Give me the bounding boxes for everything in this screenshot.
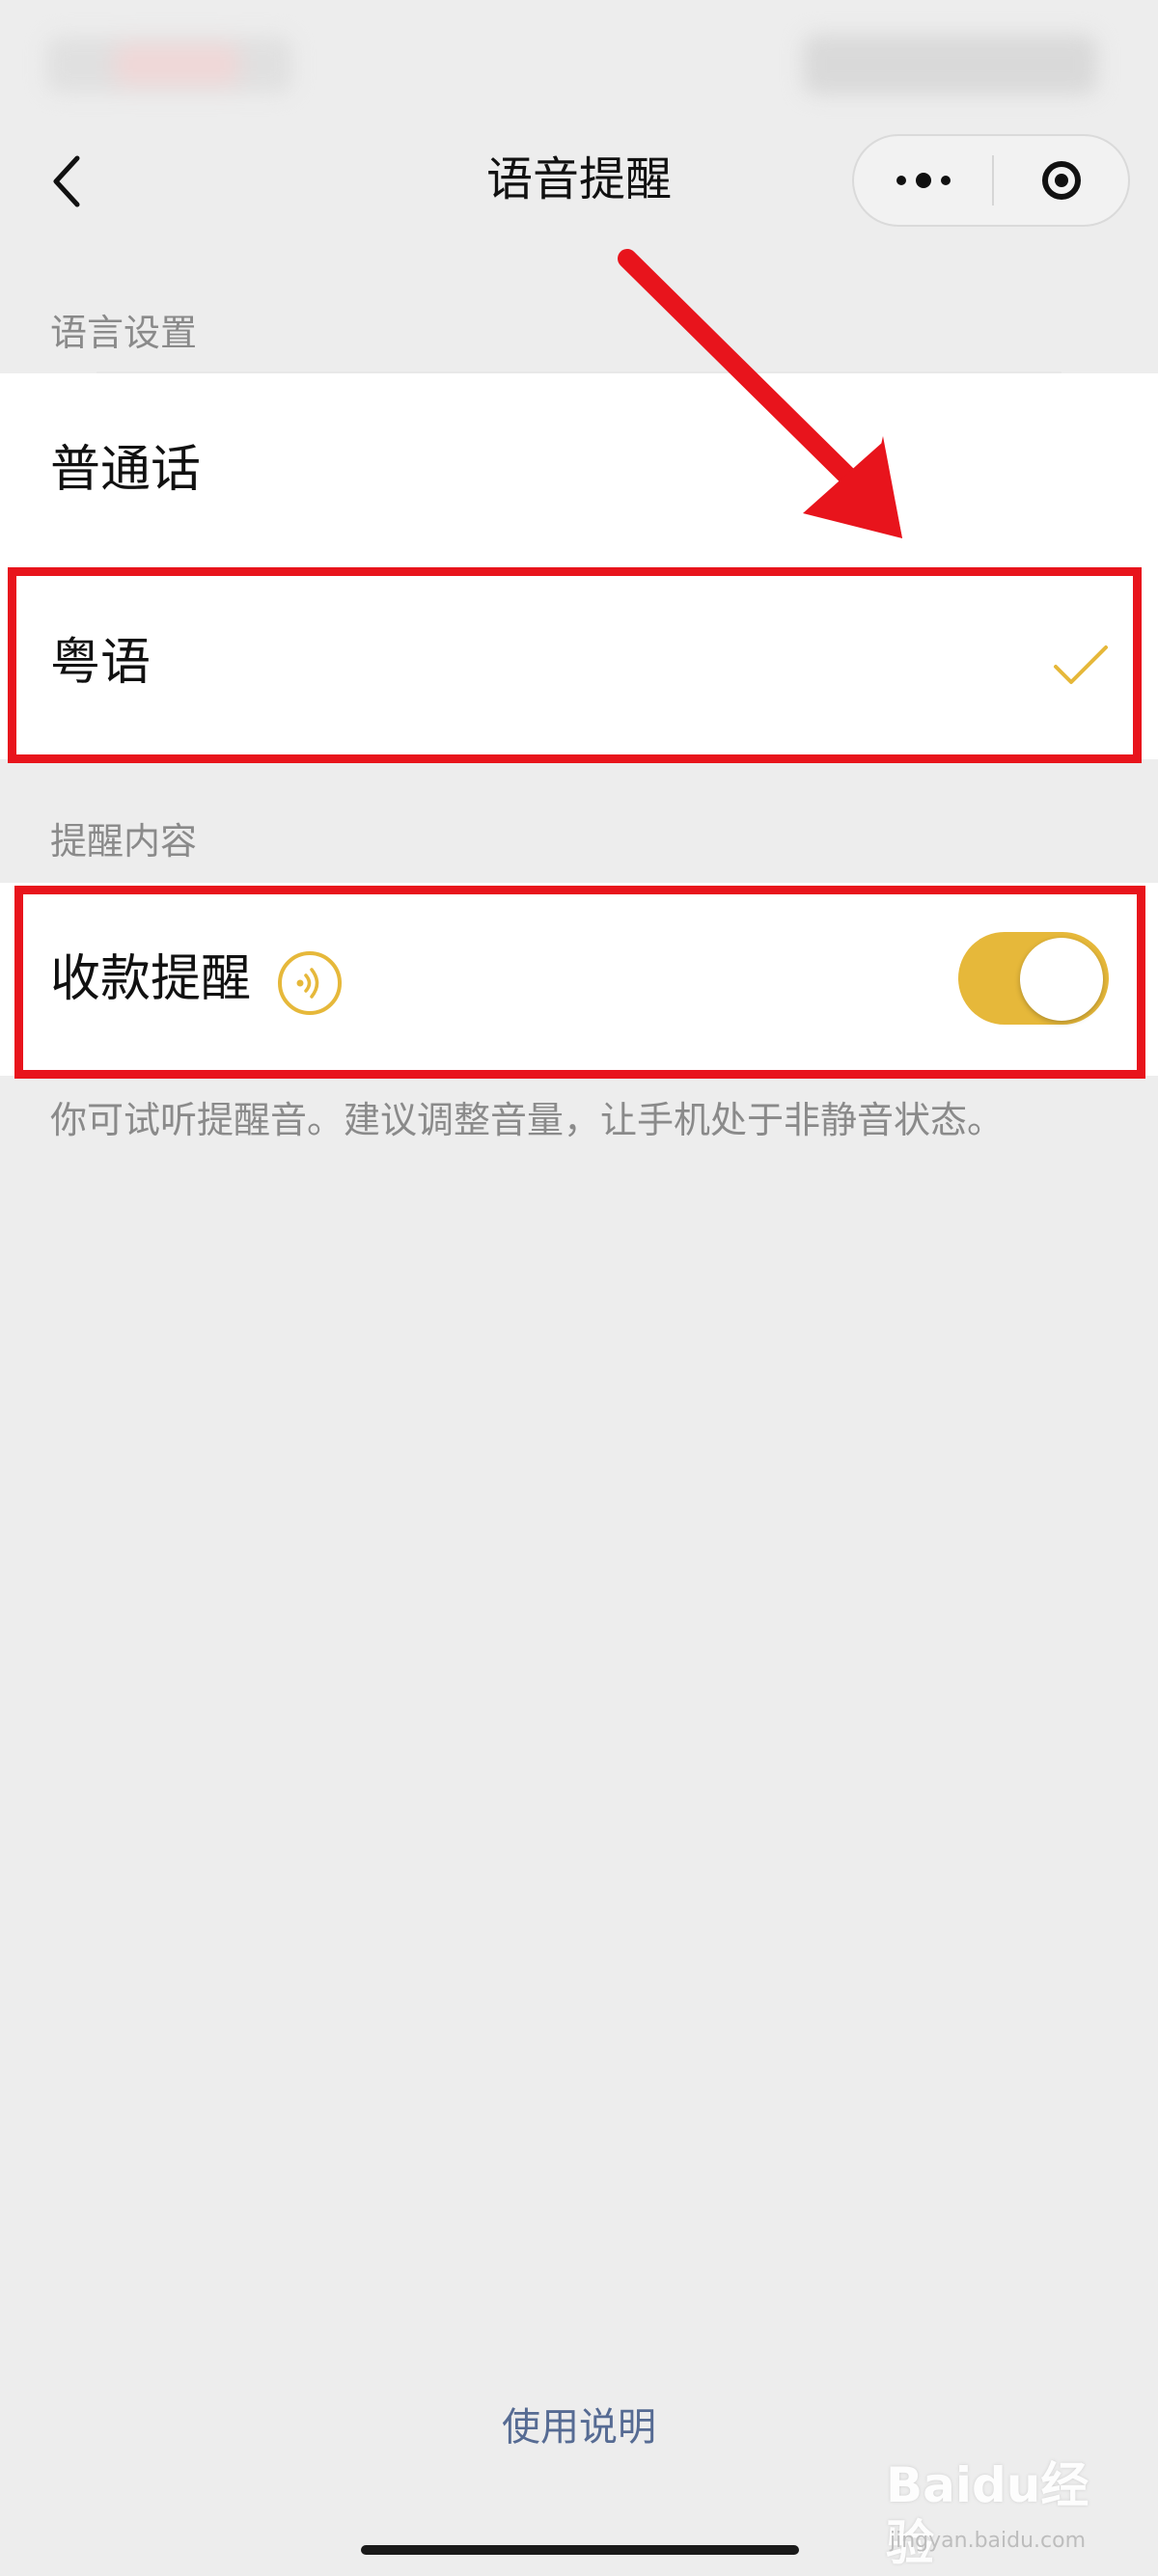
watermark-logo-text: Baidu经验 bbox=[886, 2457, 1089, 2571]
content-section-header: 提醒内容 bbox=[50, 820, 198, 863]
annotation-highlight-cantonese bbox=[8, 567, 1142, 763]
watermark-url: jingyan.baidu.com bbox=[890, 2529, 1087, 2553]
baidu-jingyan-watermark: Baidu经验 jingyan.baidu.com bbox=[886, 2447, 1127, 2572]
hint-text: 你可试听提醒音。建议调整音量，让手机处于非静音状态。 bbox=[50, 1099, 1005, 1141]
annotation-arrow bbox=[618, 249, 902, 538]
annotation-highlight-payment-alert bbox=[14, 886, 1145, 1079]
home-indicator[interactable] bbox=[361, 2545, 799, 2555]
